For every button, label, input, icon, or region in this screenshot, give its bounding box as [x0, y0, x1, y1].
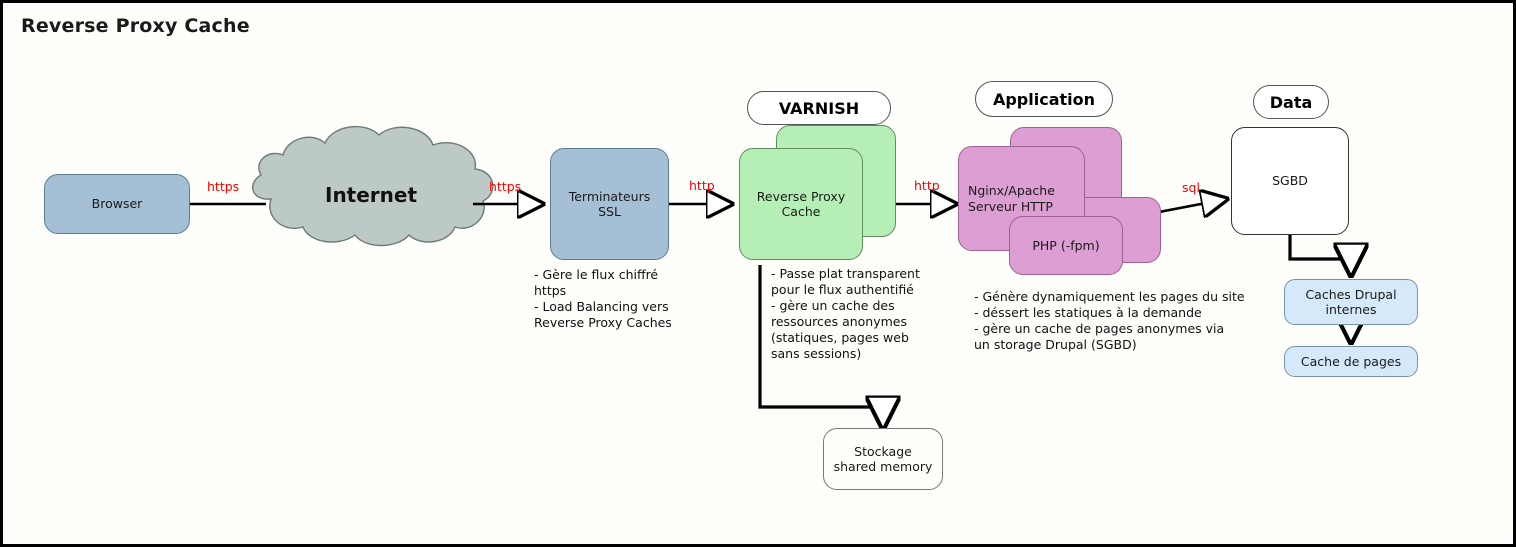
node-sgbd[interactable]: SGBD	[1231, 127, 1349, 235]
note-application: - Génère dynamiquement les pages du site…	[974, 289, 1245, 352]
group-label-data: Data	[1253, 85, 1329, 119]
node-internet-label: Internet	[325, 183, 418, 207]
protocol-label-sql: sql	[1182, 180, 1200, 195]
protocol-label-http-ssl: http	[689, 178, 715, 193]
node-browser[interactable]: Browser	[44, 174, 190, 234]
protocol-label-https-browser: https	[207, 179, 240, 194]
node-cache-de-pages[interactable]: Cache de pages	[1284, 346, 1418, 377]
group-label-application: Application	[975, 81, 1113, 117]
protocol-label-https-internet: https	[489, 179, 522, 194]
group-label-varnish: VARNISH	[747, 91, 891, 125]
diagram-canvas: Reverse Proxy Cache Browser Internet Ter…	[0, 0, 1516, 547]
node-terminateurs-ssl[interactable]: Terminateurs SSL	[550, 148, 669, 260]
node-php-fpm[interactable]: PHP (-fpm)	[1009, 216, 1123, 275]
protocol-label-http-varnish: http	[914, 178, 940, 193]
note-varnish: - Passe plat transparent pour le flux au…	[771, 266, 920, 361]
node-stockage-shared-memory[interactable]: Stockage shared memory	[823, 428, 943, 490]
node-reverse-proxy-cache[interactable]: Reverse Proxy Cache	[739, 148, 863, 260]
note-ssl: - Gère le flux chiffré https - Load Bala…	[534, 267, 672, 330]
node-caches-drupal-internes[interactable]: Caches Drupal internes	[1284, 279, 1418, 325]
